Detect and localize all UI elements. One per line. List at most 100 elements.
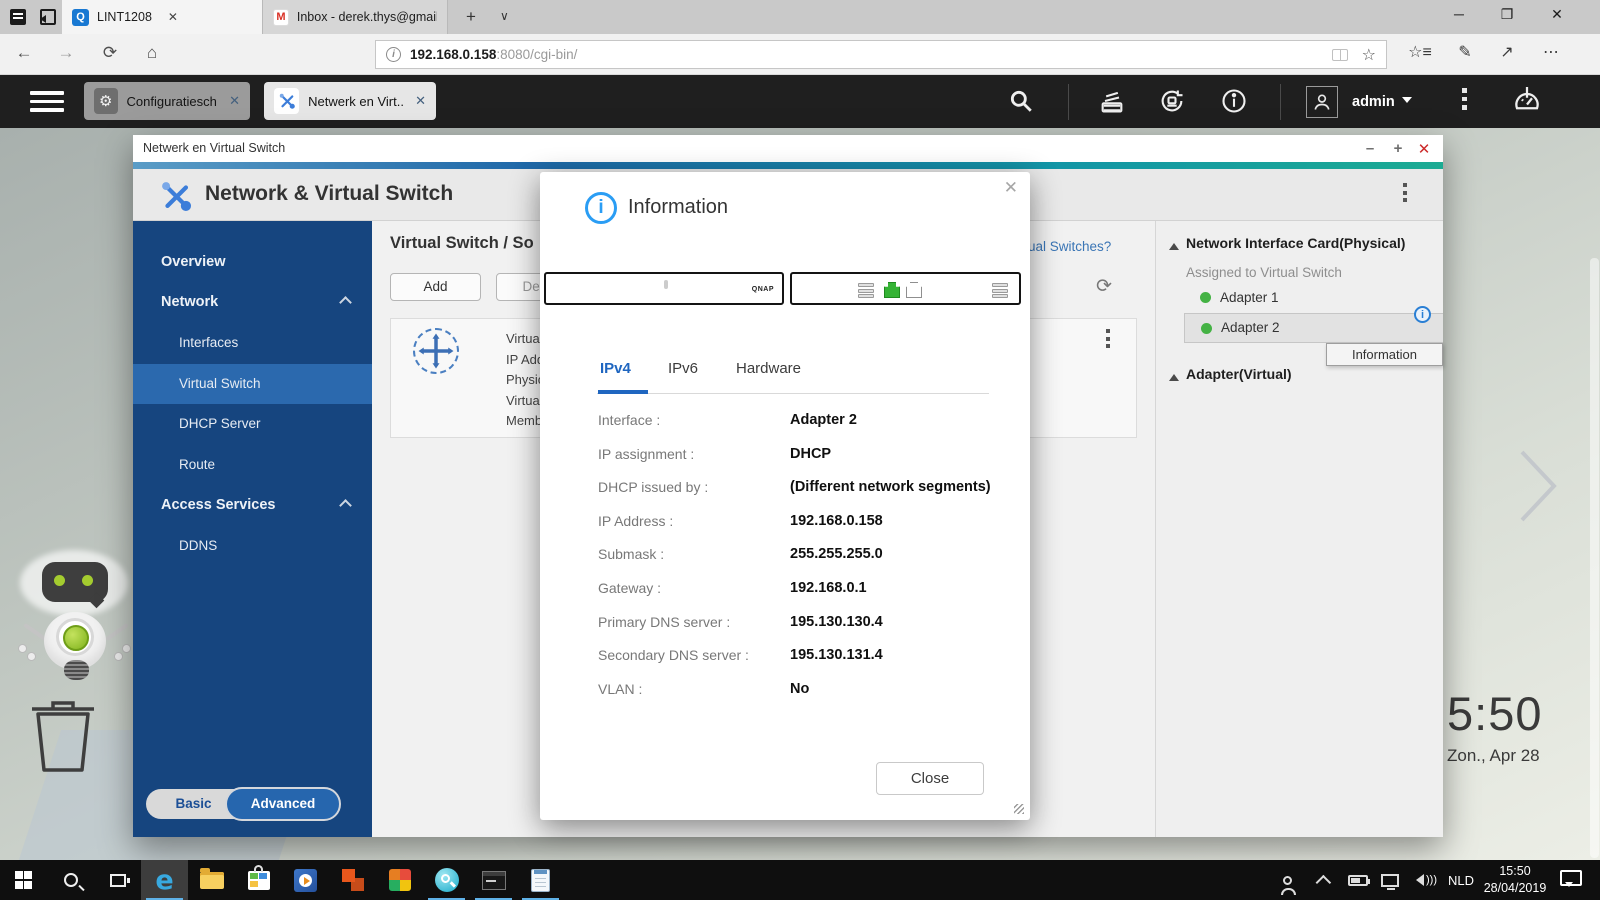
tabs-set-aside-icon[interactable] xyxy=(10,9,26,25)
qts-tab-configuratiescherm[interactable]: ⚙ Configuratiesch... ✕ xyxy=(84,82,250,120)
sidebar-item-ddns[interactable]: DDNS xyxy=(133,531,372,561)
qts-tab-netwerk[interactable]: Netwerk en Virt... ✕ xyxy=(264,82,436,120)
taskbar-office-button[interactable] xyxy=(329,860,376,900)
close-tab-icon[interactable]: ✕ xyxy=(168,10,178,24)
taskbar-search-button[interactable] xyxy=(47,860,94,900)
tray-volume-icon[interactable]: ))) xyxy=(1410,860,1437,900)
refresh-icon[interactable]: ⟳ xyxy=(1096,275,1112,298)
more-menu-icon[interactable] xyxy=(1462,88,1468,114)
forward-icon[interactable]: → xyxy=(52,43,80,63)
app-more-menu-icon[interactable] xyxy=(1403,183,1407,202)
restore-tabs-icon[interactable] xyxy=(40,9,56,25)
tray-language-indicator[interactable]: NLD xyxy=(1448,860,1474,900)
mode-advanced-button[interactable]: Advanced xyxy=(225,787,341,821)
reading-view-icon[interactable] xyxy=(1332,49,1348,61)
tab-title: LINT1208 xyxy=(97,10,152,24)
sidebar-item-virtual-switch[interactable]: Virtual Switch xyxy=(133,364,372,404)
background-tasks-icon[interactable] xyxy=(1098,87,1126,118)
taskbar-photos-button[interactable] xyxy=(376,860,423,900)
store-icon xyxy=(248,871,270,890)
minimize-icon[interactable]: – xyxy=(1359,140,1381,157)
help-link[interactable]: ual Switches? xyxy=(1028,239,1111,254)
taskbar-explorer-button[interactable] xyxy=(188,860,235,900)
device-sync-icon[interactable] xyxy=(1158,87,1186,118)
tray-battery-icon[interactable] xyxy=(1348,860,1368,900)
tray-people-icon[interactable] xyxy=(1283,860,1292,900)
resize-handle[interactable] xyxy=(1014,804,1024,814)
notepad-icon xyxy=(531,869,550,892)
adapter-info-icon[interactable]: i xyxy=(1414,306,1431,323)
start-button[interactable] xyxy=(0,860,47,900)
window-close-button[interactable]: ✕ xyxy=(1540,6,1574,23)
tray-network-icon[interactable] xyxy=(1381,860,1399,900)
close-icon[interactable]: ✕ xyxy=(415,93,426,109)
main-menu-icon[interactable] xyxy=(30,91,64,112)
sidebar-item-route[interactable]: Route xyxy=(133,450,372,480)
refresh-icon[interactable]: ⟳ xyxy=(96,43,124,63)
sidebar-item-dhcp-server[interactable]: DHCP Server xyxy=(133,409,372,439)
taskbar-notepad-button[interactable] xyxy=(517,860,564,900)
close-icon[interactable]: ✕ xyxy=(229,93,240,109)
tab-ipv6[interactable]: IPv6 xyxy=(668,360,698,377)
close-window-icon[interactable]: ✕ xyxy=(1413,140,1435,158)
browser-tab-gmail[interactable]: M Inbox - derek.thys@gmail.c xyxy=(262,0,448,34)
more-options-icon[interactable]: ⋯ xyxy=(1536,42,1566,62)
section-adapter-virtual[interactable]: Adapter(Virtual) xyxy=(1186,366,1292,382)
sidebar-item-overview[interactable]: Overview xyxy=(133,247,372,277)
adapter-2-item[interactable]: Adapter 2 i xyxy=(1184,313,1443,343)
favorite-star-icon[interactable]: ☆ xyxy=(1362,45,1376,65)
taskbar-terminal-button[interactable] xyxy=(470,860,517,900)
collapse-triangle-icon[interactable] xyxy=(1169,369,1179,381)
adapter-1-item[interactable]: Adapter 1 xyxy=(1220,290,1279,305)
search-icon[interactable] xyxy=(1008,88,1034,117)
annotate-pen-icon[interactable]: ✎ xyxy=(1450,42,1480,62)
window-restore-button[interactable]: ❐ xyxy=(1490,6,1524,23)
taskbar-store-button[interactable] xyxy=(235,860,282,900)
network-app-icon xyxy=(274,88,299,114)
sidebar-item-interfaces[interactable]: Interfaces xyxy=(133,328,372,358)
tray-chevron-up-icon[interactable] xyxy=(1320,860,1331,900)
device-front-image: QNAP xyxy=(544,272,784,305)
desktop-next-page-icon[interactable] xyxy=(1518,448,1560,527)
terminal-icon xyxy=(482,871,506,890)
dashboard-gauge-icon[interactable] xyxy=(1512,87,1542,120)
maximize-icon[interactable]: + xyxy=(1387,140,1409,157)
tray-clock[interactable]: 15:50 28/04/2019 xyxy=(1482,863,1548,897)
favorites-hub-icon[interactable]: ☆≡ xyxy=(1405,42,1435,62)
action-center-icon[interactable] xyxy=(1560,870,1582,886)
info-icon[interactable] xyxy=(1220,87,1248,118)
sidebar-item-network[interactable]: Network xyxy=(133,287,372,317)
dialog-close-icon[interactable]: ✕ xyxy=(1004,178,1018,198)
taskbar-media-player-button[interactable] xyxy=(282,860,329,900)
new-tab-button[interactable]: + xyxy=(466,7,476,27)
back-icon[interactable]: ← xyxy=(10,43,38,63)
taskbar-edge-button[interactable]: e xyxy=(141,860,188,900)
divider xyxy=(1068,84,1069,120)
assigned-subtitle: Assigned to Virtual Switch xyxy=(1186,265,1342,280)
site-info-icon[interactable]: i xyxy=(386,47,401,62)
recycle-bin-icon[interactable] xyxy=(30,698,96,777)
add-button[interactable]: Add xyxy=(390,273,481,301)
tab-list-dropdown-icon[interactable]: ∨ xyxy=(500,9,509,23)
card-more-menu-icon[interactable] xyxy=(1106,329,1110,348)
user-avatar-icon[interactable] xyxy=(1306,86,1338,118)
collapse-triangle-icon[interactable] xyxy=(1169,238,1179,250)
close-button[interactable]: Close xyxy=(876,762,984,795)
share-icon[interactable]: ↗ xyxy=(1492,42,1522,62)
sidebar-item-access-services[interactable]: Access Services xyxy=(133,490,372,520)
mode-toggle[interactable]: Basic Advanced xyxy=(146,789,339,819)
admin-menu[interactable]: admin xyxy=(1352,94,1412,110)
task-view-button[interactable] xyxy=(94,860,141,900)
window-minimize-button[interactable]: ─ xyxy=(1442,6,1476,22)
section-nic-physical[interactable]: Network Interface Card(Physical) xyxy=(1186,235,1405,251)
desktop-scrollbar[interactable] xyxy=(1590,258,1599,858)
task-view-icon xyxy=(110,874,126,887)
taskbar-qfinder-button[interactable] xyxy=(423,860,470,900)
tab-hardware[interactable]: Hardware xyxy=(736,360,801,377)
tab-ipv4[interactable]: IPv4 xyxy=(600,360,631,377)
browser-tab-active[interactable]: Q LINT1208 ✕ xyxy=(62,0,262,34)
window-titlebar[interactable]: Netwerk en Virtual Switch – + ✕ xyxy=(133,135,1443,162)
windows-logo-icon xyxy=(15,871,33,889)
home-icon[interactable]: ⌂ xyxy=(138,43,166,63)
url-input[interactable]: i 192.168.0.158 :8080/cgi-bin/ ☆ xyxy=(375,40,1387,69)
